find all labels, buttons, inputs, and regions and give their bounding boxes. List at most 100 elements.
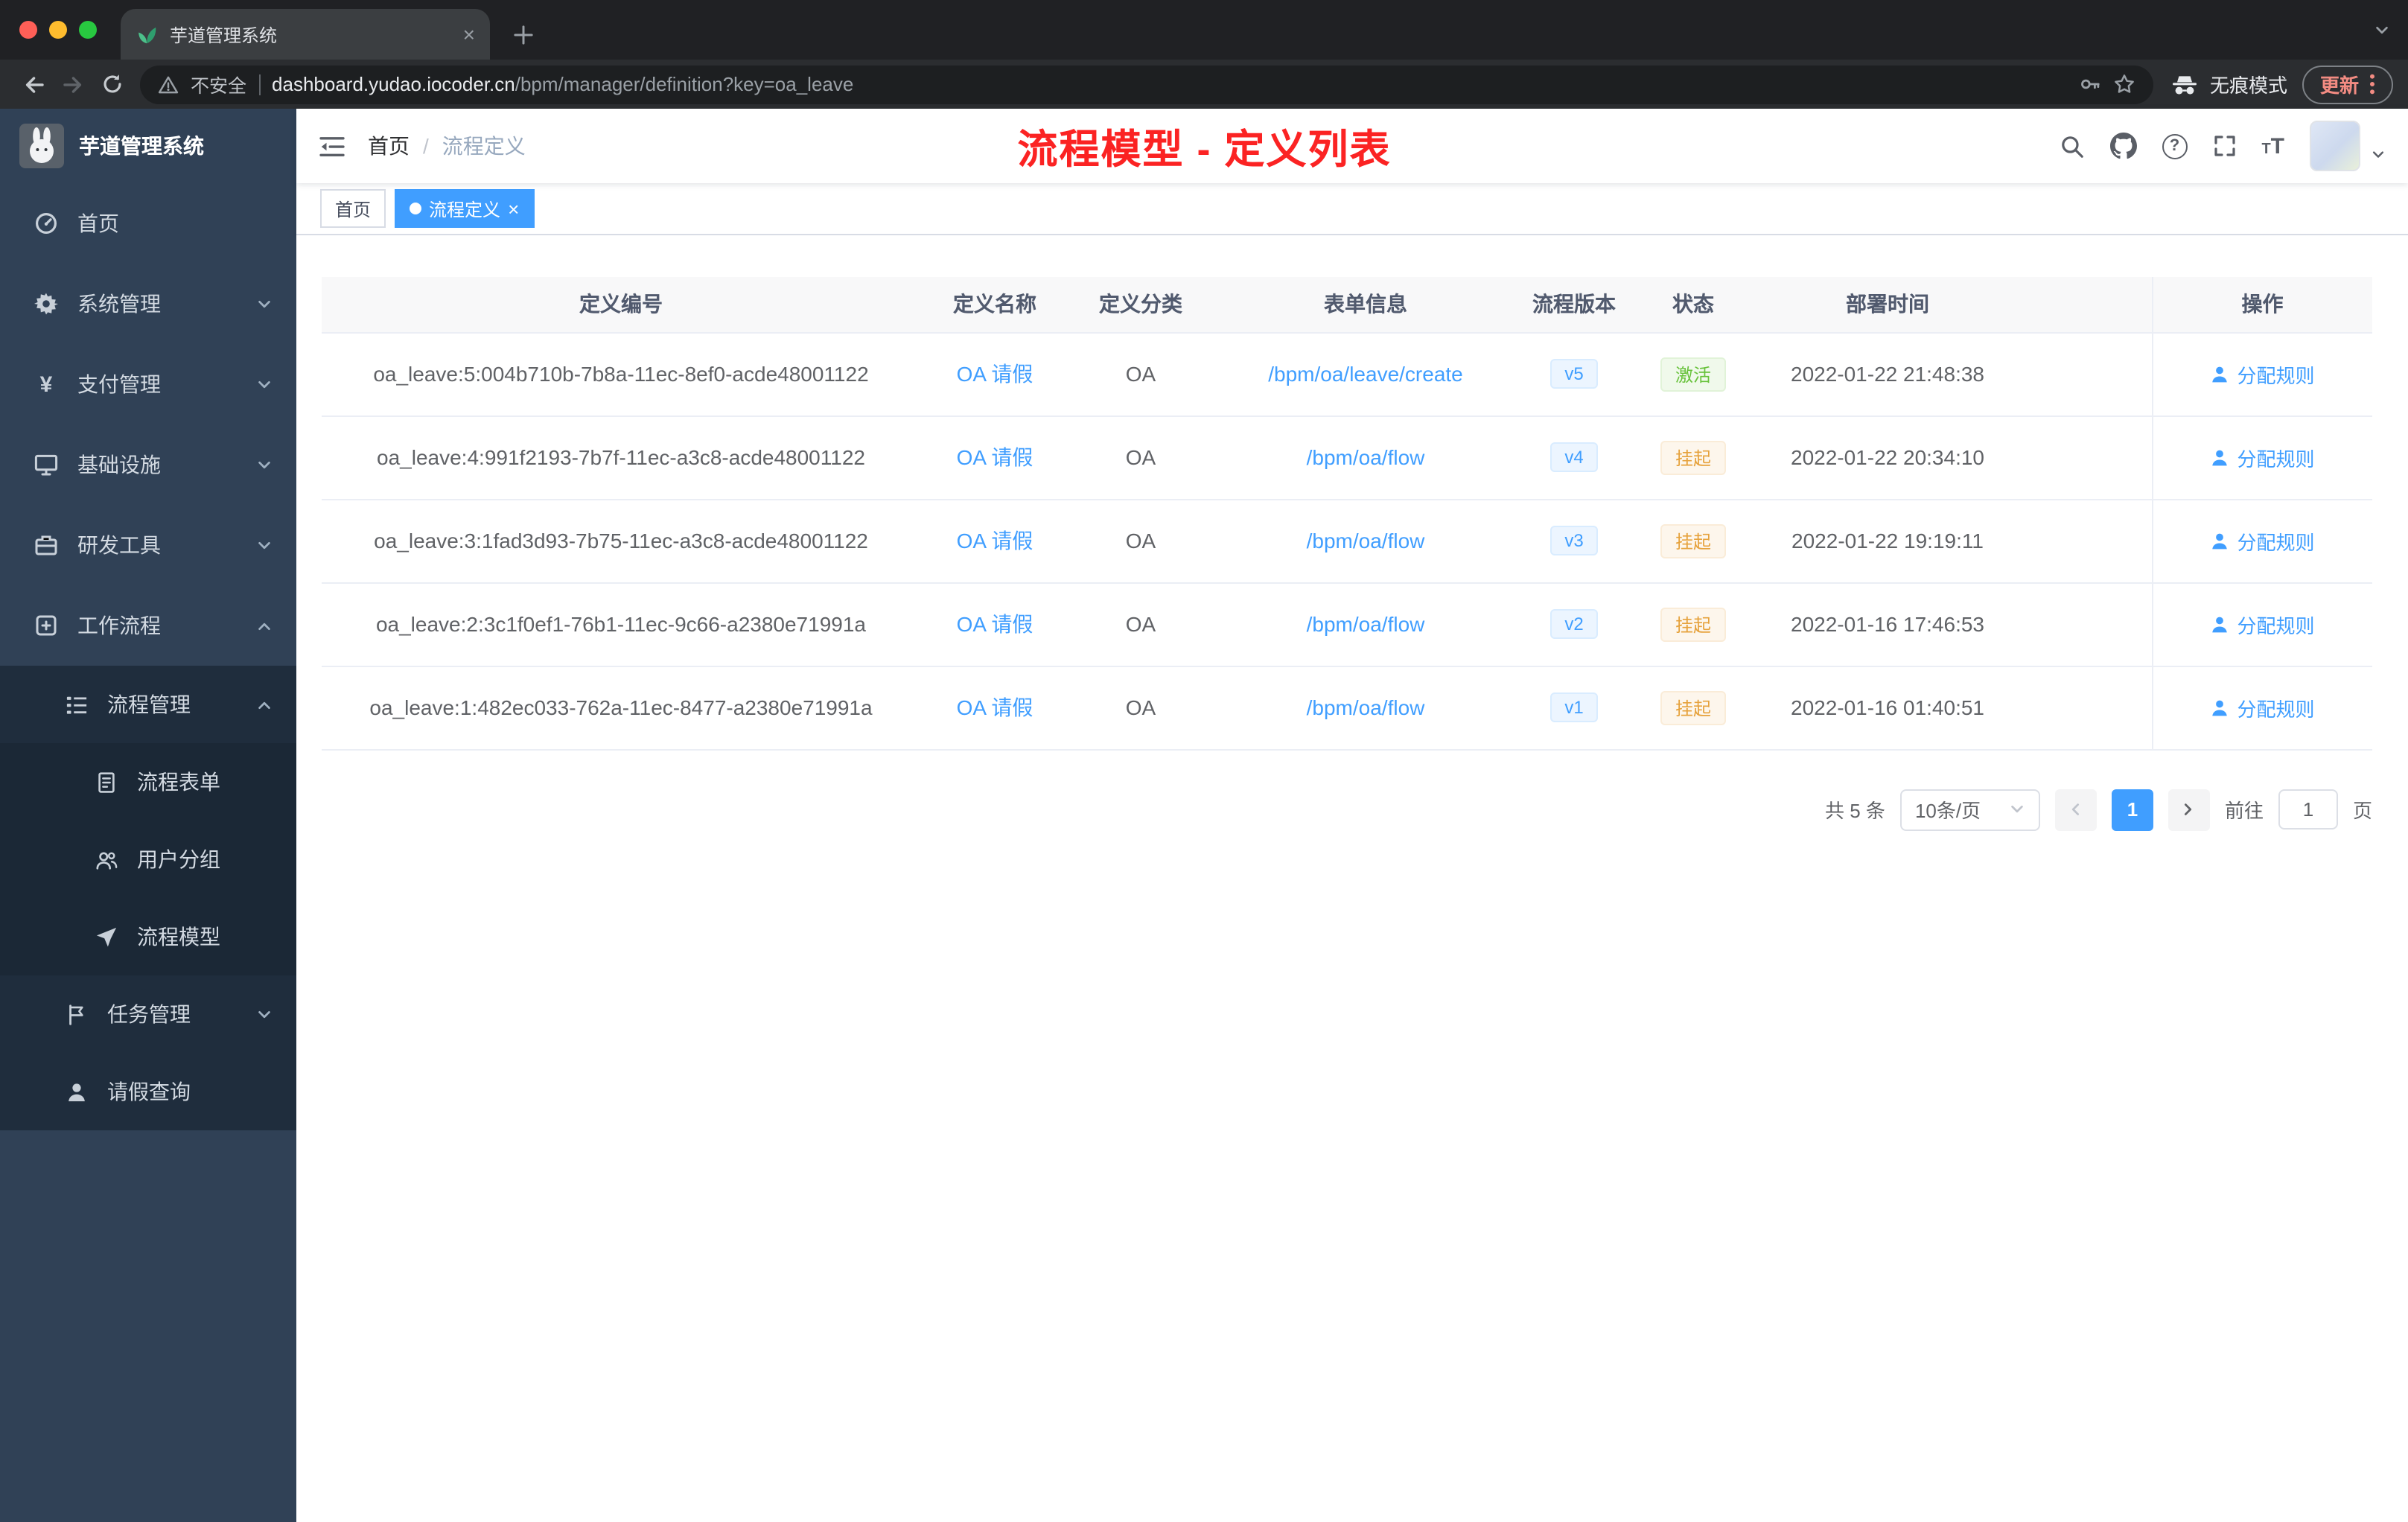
table-row: oa_leave:4:991f2193-7b7f-11ec-a3c8-acde4… xyxy=(322,415,2372,500)
assign-rule-link[interactable]: 分配规则 xyxy=(2210,360,2315,388)
sidebar-fold-icon[interactable] xyxy=(319,135,345,157)
security-label[interactable]: 不安全 xyxy=(191,70,246,98)
tag-close-icon[interactable]: × xyxy=(508,199,519,218)
tag-process-definition[interactable]: 流程定义 × xyxy=(395,189,535,228)
chevron-down-icon xyxy=(2011,805,2023,813)
form-link[interactable]: /bpm/oa/flow xyxy=(1307,612,1425,636)
definition-table: 定义编号 定义名称 定义分类 表单信息 流程版本 状态 部署时间 操作 oa_l… xyxy=(322,277,2372,750)
sidebar: 芋道管理系统 首页 系统管理 ¥ 支付管理 基础设施 研发工具 工作流程 流程管… xyxy=(0,109,296,1522)
sidebar-item-user-group[interactable]: 用户分组 xyxy=(0,821,296,898)
person-icon xyxy=(2212,616,2228,632)
sidebar-item-system-management[interactable]: 系统管理 xyxy=(0,264,296,344)
column-header: 定义编号 xyxy=(322,277,920,333)
sidebar-item-process-form[interactable]: 流程表单 xyxy=(0,743,296,821)
goto-page-input[interactable] xyxy=(2278,789,2338,830)
sidebar-item-home[interactable]: 首页 xyxy=(0,183,296,264)
breadcrumb-separator: / xyxy=(423,134,429,158)
browser-tabstrip: 芋道管理系统 × xyxy=(0,0,2408,60)
browser-tab[interactable]: 芋道管理系统 × xyxy=(121,9,490,60)
chrome-update-menu-button[interactable]: 更新 xyxy=(2302,65,2393,104)
sidebar-item-leave-query[interactable]: 请假查询 xyxy=(0,1053,296,1130)
page-size-select[interactable]: 10条/页 xyxy=(1899,789,2040,830)
sidebar-item-label: 请假查询 xyxy=(107,1080,191,1104)
font-size-icon[interactable]: TT xyxy=(2261,135,2284,157)
back-button[interactable] xyxy=(15,65,54,104)
sidebar-item-process-model[interactable]: 流程模型 xyxy=(0,898,296,975)
form-link[interactable]: /bpm/oa/flow xyxy=(1307,529,1425,553)
sidebar-item-label: 系统管理 xyxy=(77,292,161,316)
reload-button[interactable] xyxy=(92,65,131,104)
sidebar-item-label: 基础设施 xyxy=(77,453,161,477)
tag-home[interactable]: 首页 xyxy=(320,189,386,228)
page-content: 定义编号 定义名称 定义分类 表单信息 流程版本 状态 部署时间 操作 oa_l… xyxy=(296,235,2408,1522)
sidebar-item-infrastructure[interactable]: 基础设施 xyxy=(0,424,296,505)
total-count: 共 5 条 xyxy=(1825,800,1885,822)
prev-page-button[interactable] xyxy=(2054,789,2097,830)
url-text[interactable]: dashboard.yudao.iocoder.cn/bpm/manager/d… xyxy=(272,73,853,95)
definition-id-cell: oa_leave:4:991f2193-7b7f-11ec-a3c8-acde4… xyxy=(322,415,920,500)
top-navbar: 首页 / 流程定义 流程模型 - 定义列表 ? TT xyxy=(296,109,2408,183)
page-annotation: 流程模型 - 定义列表 xyxy=(1017,127,1392,172)
chevron-down-icon xyxy=(256,296,273,312)
chevron-down-icon xyxy=(256,537,273,553)
definition-id-cell: oa_leave:2:3c1f0ef1-76b1-11ec-9c66-a2380… xyxy=(322,582,920,666)
breadcrumb-home[interactable]: 首页 xyxy=(368,131,410,161)
github-icon[interactable] xyxy=(2109,133,2137,159)
sidebar-item-label: 流程表单 xyxy=(137,770,220,794)
version-badge: v3 xyxy=(1549,526,1599,555)
definition-name-link[interactable]: OA 请假 xyxy=(957,612,1033,636)
form-link[interactable]: /bpm/oa/flow xyxy=(1307,695,1425,719)
flag-icon xyxy=(63,1003,89,1025)
password-key-icon[interactable] xyxy=(2079,73,2101,95)
active-dot xyxy=(410,203,422,214)
navbar-actions: ? TT xyxy=(2059,121,2386,171)
definition-name-link[interactable]: OA 请假 xyxy=(957,529,1033,553)
document-icon xyxy=(92,771,119,793)
avatar-caret-icon[interactable] xyxy=(2371,147,2386,162)
form-link[interactable]: /bpm/oa/flow xyxy=(1307,445,1425,469)
sidebar-item-dev-tools[interactable]: 研发工具 xyxy=(0,505,296,585)
tab-search-icon[interactable] xyxy=(2374,19,2390,46)
workflow-submenu: 流程管理 流程表单 用户分组 流程模型 任务管理 请假查询 xyxy=(0,666,296,1130)
user-avatar[interactable] xyxy=(2310,121,2360,171)
fullscreen-icon[interactable] xyxy=(2212,134,2236,158)
bookmark-star-icon[interactable] xyxy=(2113,73,2135,95)
goto-label: 前往 xyxy=(2224,800,2264,822)
definition-id-cell: oa_leave:5:004b710b-7b8a-11ec-8ef0-acde4… xyxy=(322,332,920,416)
chevron-up-icon xyxy=(256,696,273,713)
assign-rule-link[interactable]: 分配规则 xyxy=(2210,693,2315,722)
briefcase-icon xyxy=(33,614,60,637)
incognito-badge: 无痕模式 xyxy=(2171,70,2287,98)
yen-icon: ¥ xyxy=(39,372,53,397)
close-window-button[interactable] xyxy=(19,21,37,39)
window-controls xyxy=(0,0,121,60)
not-secure-warning-icon xyxy=(158,74,179,95)
sidebar-item-task-management[interactable]: 任务管理 xyxy=(0,975,296,1053)
paper-plane-icon xyxy=(92,926,119,948)
sidebar-item-payment-management[interactable]: ¥ 支付管理 xyxy=(0,344,296,424)
tag-label: 首页 xyxy=(335,199,372,220)
tab-close-icon[interactable]: × xyxy=(463,24,475,45)
new-tab-button[interactable] xyxy=(502,13,544,55)
address-bar[interactable]: 不安全 dashboard.yudao.iocoder.cn/bpm/manag… xyxy=(140,65,2153,104)
assign-rule-link[interactable]: 分配规则 xyxy=(2210,443,2315,471)
page-number-button[interactable]: 1 xyxy=(2111,789,2153,830)
definition-name-link[interactable]: OA 请假 xyxy=(957,445,1033,469)
category-cell: OA xyxy=(1069,582,1212,666)
assign-rule-link[interactable]: 分配规则 xyxy=(2210,610,2315,638)
tag-label: 流程定义 xyxy=(429,199,501,220)
maximize-window-button[interactable] xyxy=(79,21,97,39)
chevron-down-icon xyxy=(256,376,273,392)
minimize-window-button[interactable] xyxy=(49,21,67,39)
help-icon[interactable]: ? xyxy=(2162,133,2188,159)
next-page-button[interactable] xyxy=(2167,789,2210,830)
search-icon[interactable] xyxy=(2059,133,2084,159)
definition-name-link[interactable]: OA 请假 xyxy=(957,362,1033,386)
forward-button[interactable] xyxy=(54,65,92,104)
definition-name-link[interactable]: OA 请假 xyxy=(957,695,1033,719)
form-link[interactable]: /bpm/oa/leave/create xyxy=(1268,362,1463,386)
sidebar-item-process-management[interactable]: 流程管理 xyxy=(0,666,296,743)
sidebar-item-workflow[interactable]: 工作流程 xyxy=(0,585,296,666)
sidebar-item-label: 任务管理 xyxy=(107,1002,191,1026)
assign-rule-link[interactable]: 分配规则 xyxy=(2210,526,2315,555)
